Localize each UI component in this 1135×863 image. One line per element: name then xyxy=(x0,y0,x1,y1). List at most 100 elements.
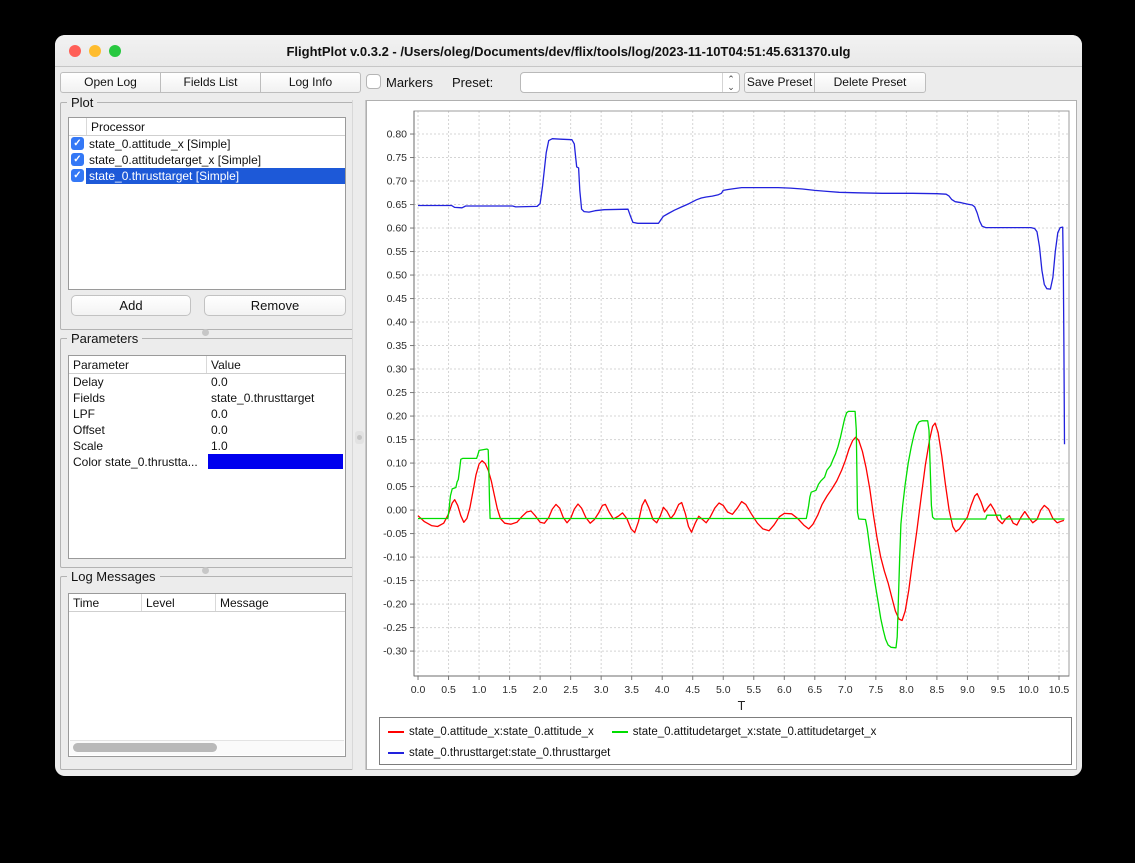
svg-text:0.60: 0.60 xyxy=(387,223,408,235)
legend-line-blue xyxy=(388,752,404,754)
vertical-divider-handle[interactable] xyxy=(355,431,364,444)
svg-text:0.70: 0.70 xyxy=(387,176,408,188)
value-column-header[interactable]: Value xyxy=(211,358,241,372)
color-swatch[interactable] xyxy=(208,454,343,469)
svg-text:6.0: 6.0 xyxy=(777,684,792,696)
add-button[interactable]: Add xyxy=(71,295,191,316)
processor-row-thrusttarget[interactable]: ✓ state_0.thrusttarget [Simple] xyxy=(69,168,345,184)
legend-line-red xyxy=(388,731,404,733)
svg-text:4.0: 4.0 xyxy=(655,684,670,696)
grid-lines xyxy=(414,111,1069,676)
time-column-header[interactable]: Time xyxy=(73,596,99,610)
checkbox-checked-icon[interactable]: ✓ xyxy=(71,153,84,166)
svg-text:7.5: 7.5 xyxy=(869,684,884,696)
param-row-lpf[interactable]: LPF 0.0 xyxy=(69,406,345,422)
checkbox-checked-icon[interactable]: ✓ xyxy=(71,169,84,182)
svg-text:8.5: 8.5 xyxy=(930,684,945,696)
svg-text:1.5: 1.5 xyxy=(502,684,517,696)
svg-text:7.0: 7.0 xyxy=(838,684,853,696)
checkbox-checked-icon[interactable]: ✓ xyxy=(71,137,84,150)
param-row-delay[interactable]: Delay 0.0 xyxy=(69,374,345,390)
fields-list-button[interactable]: Fields List xyxy=(160,72,261,93)
svg-text:0.10: 0.10 xyxy=(387,458,408,470)
processor-column-header[interactable]: Processor xyxy=(91,120,145,134)
title-bar[interactable]: FlightPlot v.0.3.2 - /Users/oleg/Documen… xyxy=(55,35,1082,67)
horizontal-scrollbar[interactable] xyxy=(70,740,344,755)
log-info-button[interactable]: Log Info xyxy=(260,72,361,93)
svg-text:-0.10: -0.10 xyxy=(383,552,407,564)
svg-text:0.00: 0.00 xyxy=(387,505,408,517)
axis-tick-labels: 0.00.51.01.52.02.53.03.54.04.55.05.56.06… xyxy=(383,129,1069,696)
markers-checkbox[interactable] xyxy=(366,74,381,89)
processor-table-header[interactable]: Processor xyxy=(69,118,345,136)
log-messages-group-title: Log Messages xyxy=(67,569,160,584)
chart-panel: 0.00.51.01.52.02.53.03.54.04.55.05.56.06… xyxy=(366,100,1077,770)
svg-text:0.05: 0.05 xyxy=(387,481,408,493)
combo-stepper-icon[interactable]: ⌃⌄ xyxy=(722,73,739,92)
svg-text:0.40: 0.40 xyxy=(387,317,408,329)
svg-text:-0.15: -0.15 xyxy=(383,575,407,587)
delete-preset-button[interactable]: Delete Preset xyxy=(814,72,926,93)
split-divider-handle[interactable] xyxy=(202,329,209,336)
plot-group: Plot Processor ✓ state_0.attitude_x [Sim… xyxy=(60,102,354,330)
param-row-offset[interactable]: Offset 0.0 xyxy=(69,422,345,438)
svg-text:0.55: 0.55 xyxy=(387,246,408,258)
svg-text:0.35: 0.35 xyxy=(387,340,408,352)
svg-text:-0.05: -0.05 xyxy=(383,528,407,540)
param-row-scale[interactable]: Scale 1.0 xyxy=(69,438,345,454)
chart-plot[interactable]: 0.00.51.01.52.02.53.03.54.04.55.05.56.06… xyxy=(367,101,1078,713)
processor-row-attitude-x[interactable]: ✓ state_0.attitude_x [Simple] xyxy=(69,136,345,152)
x-axis-label: T xyxy=(738,699,746,713)
chart-legend: state_0.attitude_x:state_0.attitude_x st… xyxy=(379,717,1072,765)
parameters-table-header[interactable]: Parameter Value xyxy=(69,356,345,374)
svg-text:4.5: 4.5 xyxy=(685,684,700,696)
svg-text:0.20: 0.20 xyxy=(387,411,408,423)
parameters-table[interactable]: Parameter Value Delay 0.0 Fields state_0… xyxy=(68,355,346,559)
preset-label: Preset: xyxy=(452,75,493,90)
preset-combobox[interactable]: ⌃⌄ xyxy=(520,72,740,93)
svg-text:9.5: 9.5 xyxy=(991,684,1006,696)
legend-item-thrusttarget: state_0.thrusttarget:state_0.thrusttarge… xyxy=(388,747,610,759)
log-messages-table[interactable]: Time Level Message xyxy=(68,593,346,757)
svg-text:0.30: 0.30 xyxy=(387,364,408,376)
svg-text:2.0: 2.0 xyxy=(533,684,548,696)
log-messages-group: Log Messages Time Level Message xyxy=(60,576,354,770)
message-column-header[interactable]: Message xyxy=(220,596,269,610)
svg-text:5.5: 5.5 xyxy=(746,684,761,696)
markers-label: Markers xyxy=(386,75,433,90)
legend-line-green xyxy=(612,731,628,733)
svg-text:0.25: 0.25 xyxy=(387,387,408,399)
level-column-header[interactable]: Level xyxy=(146,596,175,610)
processor-table[interactable]: Processor ✓ state_0.attitude_x [Simple] … xyxy=(68,117,346,290)
remove-button[interactable]: Remove xyxy=(204,295,346,316)
axis-tick-marks xyxy=(410,134,1059,680)
svg-text:0.50: 0.50 xyxy=(387,270,408,282)
parameter-column-header[interactable]: Parameter xyxy=(73,358,129,372)
svg-text:3.5: 3.5 xyxy=(624,684,639,696)
svg-text:10.0: 10.0 xyxy=(1018,684,1039,696)
log-messages-table-header[interactable]: Time Level Message xyxy=(69,594,345,612)
svg-text:8.0: 8.0 xyxy=(899,684,914,696)
window-title: FlightPlot v.0.3.2 - /Users/oleg/Documen… xyxy=(55,44,1082,59)
svg-text:-0.25: -0.25 xyxy=(383,622,407,634)
svg-text:9.0: 9.0 xyxy=(960,684,975,696)
parameters-group-title: Parameters xyxy=(67,331,142,346)
svg-text:5.0: 5.0 xyxy=(716,684,731,696)
svg-text:1.0: 1.0 xyxy=(472,684,487,696)
plot-group-title: Plot xyxy=(67,95,97,110)
split-divider-handle[interactable] xyxy=(202,567,209,574)
parameters-group: Parameters Parameter Value Delay 0.0 Fie… xyxy=(60,338,354,568)
vertical-split-divider[interactable] xyxy=(352,100,366,770)
svg-text:0.75: 0.75 xyxy=(387,152,408,164)
param-row-fields[interactable]: Fields state_0.thrusttarget xyxy=(69,390,345,406)
legend-item-attitude-x: state_0.attitude_x:state_0.attitude_x xyxy=(388,726,594,738)
svg-text:10.5: 10.5 xyxy=(1049,684,1070,696)
svg-text:0.65: 0.65 xyxy=(387,199,408,211)
save-preset-button[interactable]: Save Preset xyxy=(744,72,815,93)
scrollbar-thumb[interactable] xyxy=(73,743,217,752)
open-log-button[interactable]: Open Log xyxy=(60,72,161,93)
legend-item-attitudetarget-x: state_0.attitudetarget_x:state_0.attitud… xyxy=(612,726,877,738)
param-row-color[interactable]: Color state_0.thrustta... xyxy=(69,454,345,470)
processor-row-attitudetarget-x[interactable]: ✓ state_0.attitudetarget_x [Simple] xyxy=(69,152,345,168)
app-window: FlightPlot v.0.3.2 - /Users/oleg/Documen… xyxy=(55,35,1082,776)
